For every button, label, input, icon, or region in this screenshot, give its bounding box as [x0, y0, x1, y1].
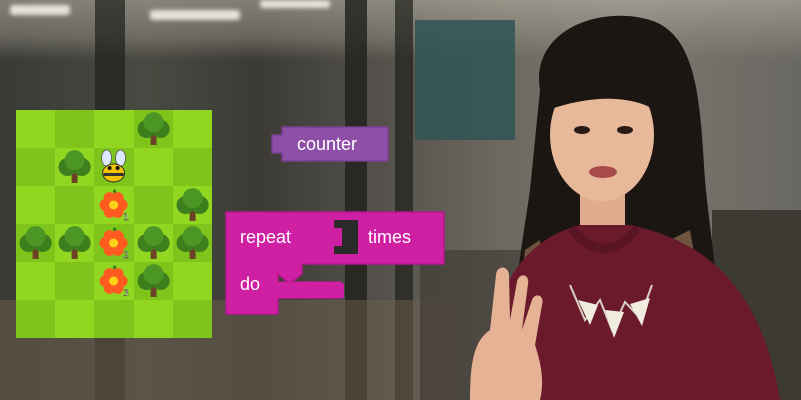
- grid-cell: [172, 300, 212, 338]
- counter-variable-block[interactable]: counter: [270, 125, 400, 165]
- grid-cell: [16, 300, 56, 338]
- times-label: times: [368, 227, 411, 247]
- tree-icon: [19, 226, 52, 259]
- grid-cell: [16, 110, 56, 148]
- grid-cell: [16, 262, 56, 300]
- svg-text:2: 2: [124, 251, 130, 261]
- flower-icon: 2: [99, 226, 130, 261]
- flower-icon: 1: [99, 188, 130, 223]
- do-label: do: [240, 274, 260, 294]
- grid-cell: [133, 186, 173, 224]
- grid-cell: [94, 300, 134, 338]
- tree-icon: [137, 112, 170, 145]
- repeat-label: repeat: [240, 227, 291, 247]
- grid-cell: [133, 300, 173, 338]
- grid-cell: [172, 262, 212, 300]
- grid-cell: [55, 110, 95, 148]
- repeat-loop-block[interactable]: repeat times do: [222, 208, 452, 318]
- tree-icon: [137, 226, 170, 259]
- grid-cell: [172, 110, 212, 148]
- svg-text:1: 1: [124, 213, 130, 223]
- grid-cell: [94, 110, 134, 148]
- grid-cell: [172, 148, 212, 186]
- video-frame: 1 2 3 counter repeat times do: [0, 0, 801, 400]
- tree-icon: [176, 226, 209, 259]
- svg-text:3: 3: [124, 289, 130, 299]
- grid-cell: [16, 186, 56, 224]
- tree-icon: [58, 150, 91, 183]
- grid-cell: [55, 262, 95, 300]
- grid-cell: [133, 148, 173, 186]
- tree-icon: [58, 226, 91, 259]
- bee-icon: [101, 149, 127, 183]
- tree-icon: [176, 188, 209, 221]
- flower-icon: 3: [99, 264, 130, 299]
- grid-cell: [55, 186, 95, 224]
- grid-cell: [55, 300, 95, 338]
- counter-label: counter: [297, 134, 357, 154]
- tree-icon: [137, 264, 170, 297]
- game-grid: 1 2 3: [16, 110, 212, 338]
- grid-cell: [16, 148, 56, 186]
